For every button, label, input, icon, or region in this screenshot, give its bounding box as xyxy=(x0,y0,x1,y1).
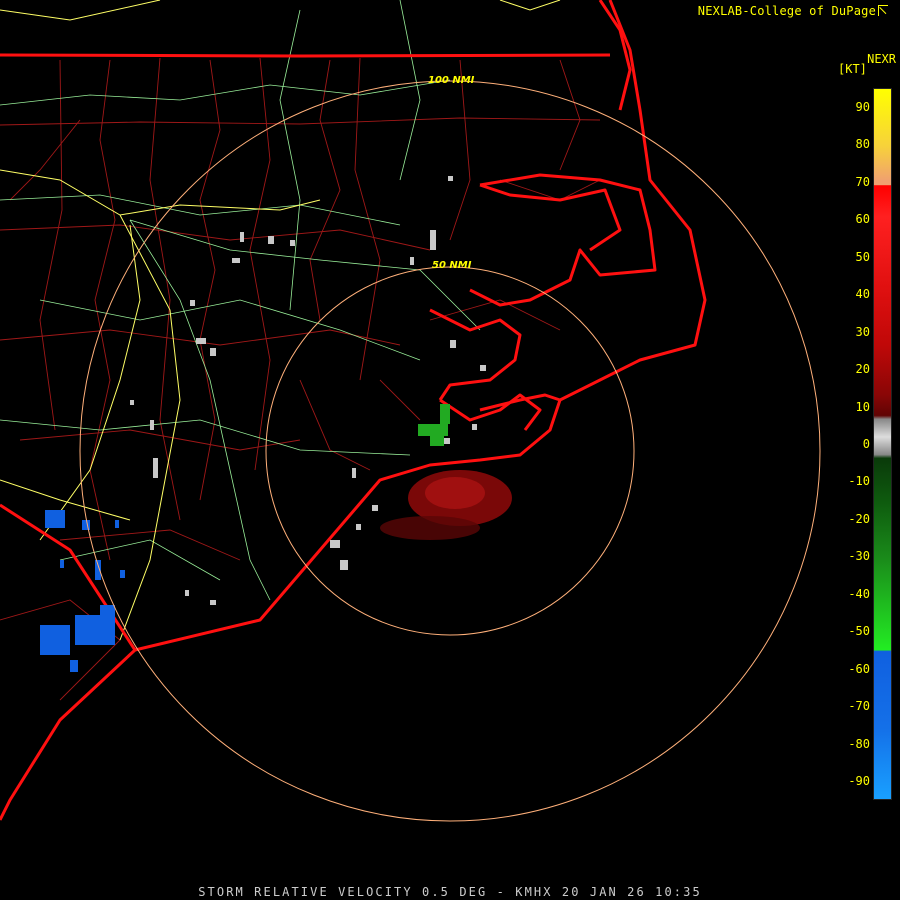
colorbar-tick-label: -50 xyxy=(848,624,870,639)
colorbar-tick-label: 40 xyxy=(855,287,870,302)
credit-line: NEXLAB-College of DuPage xyxy=(698,4,888,18)
colorbar-tick-label: 0 xyxy=(862,437,870,451)
range-ring-label-100: 100 NMI xyxy=(428,75,475,86)
colorbar-tick-label: 80 xyxy=(855,137,870,152)
colorbar-tick-label: -70 xyxy=(848,699,870,714)
colorbar-tick-label: 50 xyxy=(855,249,870,264)
credit-text: NEXLAB-College of DuPage xyxy=(697,4,876,18)
colorbar-tick-label: -90 xyxy=(848,774,870,789)
colorbar-tick-label: 20 xyxy=(855,362,870,377)
legend-product: NEXR xyxy=(867,52,896,66)
colorbar-tick-label: -30 xyxy=(848,549,870,564)
range-ring-label-50: 50 NMI xyxy=(432,260,472,271)
external-link-icon[interactable] xyxy=(878,5,888,16)
colorbar-tick-label: -80 xyxy=(848,736,870,751)
velocity-colorbar xyxy=(873,88,892,800)
colorbar-ticks: 90 80 70 60 50 40 30 20 10 0 -10 -20 -30 -40 -50 -60 -70… xyxy=(836,88,870,800)
colorbar-tick-label: 90 xyxy=(855,99,870,114)
colorbar-tick-label: 10 xyxy=(855,399,870,414)
product-caption: STORM RELATIVE VELOCITY 0.5 DEG - KMHX 2… xyxy=(198,885,702,899)
colorbar-tick-label: 30 xyxy=(855,324,870,339)
colorbar-tick-label: 60 xyxy=(855,212,870,227)
colorbar-tick-label: -20 xyxy=(848,511,870,526)
colorbar-tick-label: -60 xyxy=(848,661,870,676)
radar-map: 100 NMI 50 NMI xyxy=(0,0,900,900)
colorbar-tick-label: -10 xyxy=(848,474,870,489)
colorbar-tick-label: -40 xyxy=(848,586,870,601)
colorbar-tick-label: 70 xyxy=(855,174,870,189)
legend-units: [KT] xyxy=(838,62,867,76)
